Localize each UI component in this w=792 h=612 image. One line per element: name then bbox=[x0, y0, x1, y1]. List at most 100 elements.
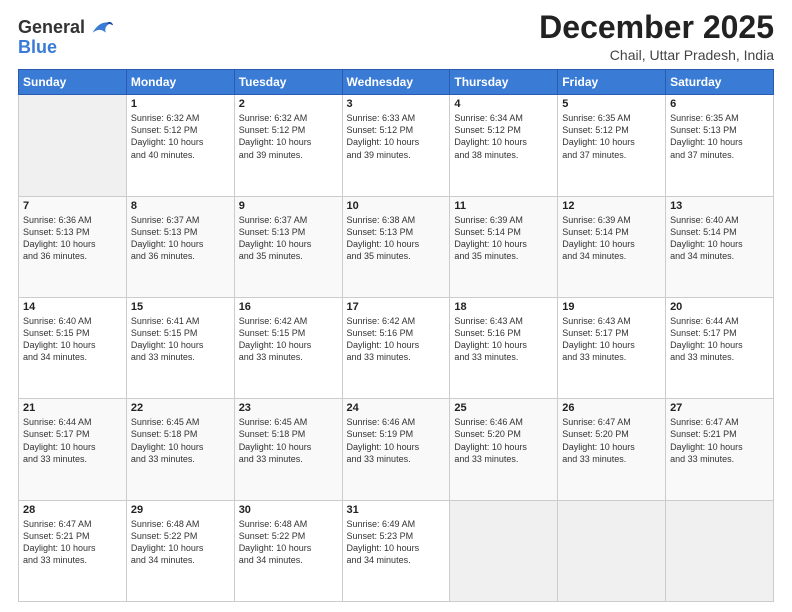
weekday-header-thursday: Thursday bbox=[450, 70, 558, 95]
day-detail: Sunrise: 6:43 AM Sunset: 5:17 PM Dayligh… bbox=[562, 315, 661, 364]
logo-bird-icon bbox=[87, 14, 115, 42]
day-number: 22 bbox=[131, 402, 230, 414]
day-detail: Sunrise: 6:48 AM Sunset: 5:22 PM Dayligh… bbox=[131, 518, 230, 567]
calendar-week-row: 14Sunrise: 6:40 AM Sunset: 5:15 PM Dayli… bbox=[19, 297, 774, 398]
logo-blue: Blue bbox=[18, 37, 57, 57]
day-detail: Sunrise: 6:32 AM Sunset: 5:12 PM Dayligh… bbox=[239, 112, 338, 161]
calendar-cell bbox=[450, 500, 558, 601]
day-detail: Sunrise: 6:46 AM Sunset: 5:20 PM Dayligh… bbox=[454, 416, 553, 465]
day-number: 29 bbox=[131, 504, 230, 516]
day-detail: Sunrise: 6:35 AM Sunset: 5:13 PM Dayligh… bbox=[670, 112, 769, 161]
calendar-cell: 3Sunrise: 6:33 AM Sunset: 5:12 PM Daylig… bbox=[342, 95, 450, 196]
calendar-cell: 5 Sunrise: 6:35 AM Sunset: 5:12 PM Daylig… bbox=[558, 95, 666, 196]
day-detail: Sunrise: 6:37 AM Sunset: 5:13 PM Dayligh… bbox=[239, 214, 338, 263]
day-number: 12 bbox=[562, 200, 661, 212]
weekday-header-sunday: Sunday bbox=[19, 70, 127, 95]
header: General Blue December 2025 Chail, Uttar … bbox=[18, 10, 774, 63]
day-number: 2 bbox=[239, 98, 338, 110]
day-detail: Sunrise: 6:45 AM Sunset: 5:18 PM Dayligh… bbox=[239, 416, 338, 465]
calendar-cell: 15Sunrise: 6:41 AM Sunset: 5:15 PM Dayli… bbox=[126, 297, 234, 398]
weekday-header-saturday: Saturday bbox=[666, 70, 774, 95]
day-number: 3 bbox=[347, 98, 446, 110]
calendar-cell: 11 Sunrise: 6:39 AM Sunset: 5:14 PM Dayli… bbox=[450, 196, 558, 297]
calendar-cell: 20 Sunrise: 6:44 AM Sunset: 5:17 PM Dayli… bbox=[666, 297, 774, 398]
weekday-header-friday: Friday bbox=[558, 70, 666, 95]
day-number: 24 bbox=[347, 402, 446, 414]
month-year-title: December 2025 bbox=[539, 10, 774, 45]
calendar-cell bbox=[666, 500, 774, 601]
calendar-cell: 8 Sunrise: 6:37 AM Sunset: 5:13 PM Daylig… bbox=[126, 196, 234, 297]
calendar-cell: 24 Sunrise: 6:46 AM Sunset: 5:19 PM Dayli… bbox=[342, 399, 450, 500]
page: General Blue December 2025 Chail, Uttar … bbox=[0, 0, 792, 612]
day-detail: Sunrise: 6:42 AM Sunset: 5:15 PM Dayligh… bbox=[239, 315, 338, 364]
weekday-header-row: SundayMondayTuesdayWednesdayThursdayFrid… bbox=[19, 70, 774, 95]
day-detail: Sunrise: 6:39 AM Sunset: 5:14 PM Dayligh… bbox=[454, 214, 553, 263]
day-number: 9 bbox=[239, 200, 338, 212]
calendar-cell: 2 Sunrise: 6:32 AM Sunset: 5:12 PM Daylig… bbox=[234, 95, 342, 196]
calendar-cell: 1 Sunrise: 6:32 AM Sunset: 5:12 PM Daylig… bbox=[126, 95, 234, 196]
day-detail: Sunrise: 6:48 AM Sunset: 5:22 PM Dayligh… bbox=[239, 518, 338, 567]
day-number: 4 bbox=[454, 98, 553, 110]
day-number: 28 bbox=[23, 504, 122, 516]
day-number: 1 bbox=[131, 98, 230, 110]
calendar-week-row: 28 Sunrise: 6:47 AM Sunset: 5:21 PM Dayli… bbox=[19, 500, 774, 601]
day-number: 5 bbox=[562, 98, 661, 110]
calendar-cell: 6 Sunrise: 6:35 AM Sunset: 5:13 PM Daylig… bbox=[666, 95, 774, 196]
day-number: 27 bbox=[670, 402, 769, 414]
calendar-week-row: 1 Sunrise: 6:32 AM Sunset: 5:12 PM Daylig… bbox=[19, 95, 774, 196]
day-detail: Sunrise: 6:37 AM Sunset: 5:13 PM Dayligh… bbox=[131, 214, 230, 263]
day-detail: Sunrise: 6:32 AM Sunset: 5:12 PM Dayligh… bbox=[131, 112, 230, 161]
day-detail: Sunrise: 6:49 AM Sunset: 5:23 PM Dayligh… bbox=[347, 518, 446, 567]
day-detail: Sunrise: 6:40 AM Sunset: 5:14 PM Dayligh… bbox=[670, 214, 769, 263]
calendar-cell: 17 Sunrise: 6:42 AM Sunset: 5:16 PM Dayli… bbox=[342, 297, 450, 398]
day-number: 23 bbox=[239, 402, 338, 414]
day-number: 6 bbox=[670, 98, 769, 110]
day-detail: Sunrise: 6:47 AM Sunset: 5:21 PM Dayligh… bbox=[23, 518, 122, 567]
day-number: 26 bbox=[562, 402, 661, 414]
calendar-cell: 19 Sunrise: 6:43 AM Sunset: 5:17 PM Dayli… bbox=[558, 297, 666, 398]
day-detail: Sunrise: 6:39 AM Sunset: 5:14 PM Dayligh… bbox=[562, 214, 661, 263]
day-number: 18 bbox=[454, 301, 553, 313]
day-number: 10 bbox=[347, 200, 446, 212]
calendar-cell bbox=[558, 500, 666, 601]
day-number: 14 bbox=[23, 301, 122, 313]
day-number: 16 bbox=[239, 301, 338, 313]
weekday-header-monday: Monday bbox=[126, 70, 234, 95]
calendar-week-row: 21Sunrise: 6:44 AM Sunset: 5:17 PM Dayli… bbox=[19, 399, 774, 500]
calendar-cell: 28 Sunrise: 6:47 AM Sunset: 5:21 PM Dayli… bbox=[19, 500, 127, 601]
day-detail: Sunrise: 6:42 AM Sunset: 5:16 PM Dayligh… bbox=[347, 315, 446, 364]
logo-general: General bbox=[18, 18, 85, 38]
logo: General Blue bbox=[18, 14, 115, 58]
day-number: 25 bbox=[454, 402, 553, 414]
calendar-cell: 9 Sunrise: 6:37 AM Sunset: 5:13 PM Daylig… bbox=[234, 196, 342, 297]
day-detail: Sunrise: 6:44 AM Sunset: 5:17 PM Dayligh… bbox=[670, 315, 769, 364]
day-number: 13 bbox=[670, 200, 769, 212]
calendar-cell: 21Sunrise: 6:44 AM Sunset: 5:17 PM Dayli… bbox=[19, 399, 127, 500]
calendar-cell: 10 Sunrise: 6:38 AM Sunset: 5:13 PM Dayli… bbox=[342, 196, 450, 297]
day-detail: Sunrise: 6:36 AM Sunset: 5:13 PM Dayligh… bbox=[23, 214, 122, 263]
calendar-cell: 26 Sunrise: 6:47 AM Sunset: 5:20 PM Dayli… bbox=[558, 399, 666, 500]
day-number: 20 bbox=[670, 301, 769, 313]
calendar-cell: 22 Sunrise: 6:45 AM Sunset: 5:18 PM Dayli… bbox=[126, 399, 234, 500]
calendar-cell: 13 Sunrise: 6:40 AM Sunset: 5:14 PM Dayli… bbox=[666, 196, 774, 297]
day-number: 11 bbox=[454, 200, 553, 212]
day-number: 19 bbox=[562, 301, 661, 313]
calendar-table: SundayMondayTuesdayWednesdayThursdayFrid… bbox=[18, 69, 774, 602]
day-detail: Sunrise: 6:35 AM Sunset: 5:12 PM Dayligh… bbox=[562, 112, 661, 161]
day-number: 17 bbox=[347, 301, 446, 313]
calendar-cell: 16 Sunrise: 6:42 AM Sunset: 5:15 PM Dayli… bbox=[234, 297, 342, 398]
day-number: 8 bbox=[131, 200, 230, 212]
calendar-cell: 14Sunrise: 6:40 AM Sunset: 5:15 PM Dayli… bbox=[19, 297, 127, 398]
day-detail: Sunrise: 6:34 AM Sunset: 5:12 PM Dayligh… bbox=[454, 112, 553, 161]
calendar-cell: 29 Sunrise: 6:48 AM Sunset: 5:22 PM Dayli… bbox=[126, 500, 234, 601]
day-detail: Sunrise: 6:44 AM Sunset: 5:17 PM Dayligh… bbox=[23, 416, 122, 465]
day-detail: Sunrise: 6:38 AM Sunset: 5:13 PM Dayligh… bbox=[347, 214, 446, 263]
day-detail: Sunrise: 6:45 AM Sunset: 5:18 PM Dayligh… bbox=[131, 416, 230, 465]
day-detail: Sunrise: 6:47 AM Sunset: 5:20 PM Dayligh… bbox=[562, 416, 661, 465]
title-block: December 2025 Chail, Uttar Pradesh, Indi… bbox=[539, 10, 774, 63]
calendar-cell bbox=[19, 95, 127, 196]
day-detail: Sunrise: 6:46 AM Sunset: 5:19 PM Dayligh… bbox=[347, 416, 446, 465]
day-number: 30 bbox=[239, 504, 338, 516]
calendar-cell: 12 Sunrise: 6:39 AM Sunset: 5:14 PM Dayli… bbox=[558, 196, 666, 297]
calendar-cell: 30 Sunrise: 6:48 AM Sunset: 5:22 PM Dayli… bbox=[234, 500, 342, 601]
